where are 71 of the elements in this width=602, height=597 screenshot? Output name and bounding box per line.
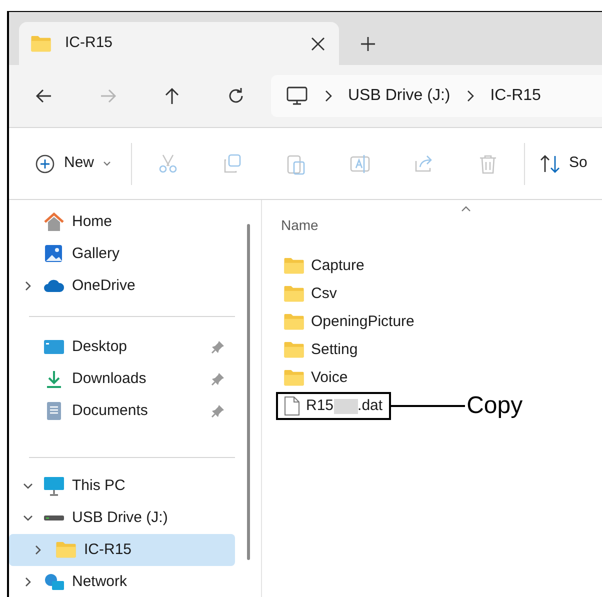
sidebar-label: Desktop [72,336,128,357]
sidebar-item[interactable]: USB Drive (J:) [9,502,235,534]
tab[interactable]: IC-R15 [19,22,339,65]
monitor-icon [286,86,308,106]
folder-icon [283,341,305,359]
chevron-icon [324,90,332,102]
sidebar-label: Gallery [72,244,120,264]
plus-circle-icon [35,154,55,174]
folder-icon [283,285,305,303]
sidebar-item[interactable]: IC-R15 [9,534,235,566]
pin-icon[interactable] [211,404,225,418]
sidebar-label: USB Drive (J:) [72,508,168,528]
file-name[interactable]: OpeningPicture [311,310,414,334]
document-icon [284,396,300,416]
folder-icon [30,34,52,52]
folder-icon [283,369,305,387]
sort-arrows-icon [539,154,562,174]
chevron-icon [466,90,474,102]
file-name[interactable]: Csv [311,282,337,306]
network-icon [43,572,65,592]
house-icon [43,212,65,232]
folder-icon [55,541,77,559]
folder-icon [283,257,305,275]
sidebar-item[interactable]: Desktop [9,331,235,363]
tab-title: IC-R15 [65,33,113,54]
sort-caret-icon [461,206,471,212]
sidebar-item[interactable]: Network [9,566,235,597]
rename-icon [349,152,372,174]
clipboard-icon [285,152,308,174]
monitor-icon [43,476,65,496]
sidebar-item[interactable]: Home [9,206,235,238]
sidebar-item[interactable]: Downloads [9,363,235,395]
new-button[interactable]: New [27,144,120,184]
breadcrumb-item[interactable]: IC-R15 [490,84,541,108]
blurred-block [334,398,358,414]
callout-label: Copy [466,391,523,421]
file-name[interactable]: Capture [311,254,364,278]
file-name[interactable]: R15 .dat [306,394,383,418]
close-icon[interactable] [311,36,325,50]
chevron-icon[interactable] [23,577,33,587]
sort-button[interactable]: So [535,144,592,184]
breadcrumb-item[interactable]: USB Drive (J:) [348,84,450,108]
sidebar-item[interactable]: This PC [9,470,235,502]
sidebar-item[interactable]: OneDrive [9,270,235,302]
folder-icon [283,313,305,331]
sidebar-label: Downloads [72,368,146,389]
sidebar-item[interactable]: Gallery [9,238,235,270]
sidebar-label: OneDrive [72,276,136,296]
file-name[interactable]: Setting [311,338,358,362]
drive-icon [43,515,65,521]
chevron-icon[interactable] [23,513,33,523]
pin-icon[interactable] [211,340,225,354]
file-name[interactable]: Voice [311,366,348,390]
sidebar-label: Documents [72,400,148,421]
sidebar-label: IC-R15 [84,540,132,560]
desktop-icon [43,337,65,357]
scissors-icon [157,152,180,174]
chevron-icon[interactable] [23,481,33,491]
pin-icon[interactable] [211,372,225,386]
sidebar-label: This PC [72,476,126,496]
chevron-icon[interactable] [23,281,33,291]
sidebar-label: Home [72,212,112,232]
chevron-down-icon [103,160,112,166]
address-bar[interactable]: USB Drive (J:) IC-R15 [271,75,602,117]
chevron-icon[interactable] [33,545,43,555]
sidebar-label: Network [72,572,128,592]
column-header[interactable]: Name [281,214,318,236]
plus-icon[interactable] [361,36,375,50]
sidebar-item[interactable]: Documents [9,395,235,427]
scrollbar[interactable] [247,224,250,560]
picture-icon [43,244,65,264]
